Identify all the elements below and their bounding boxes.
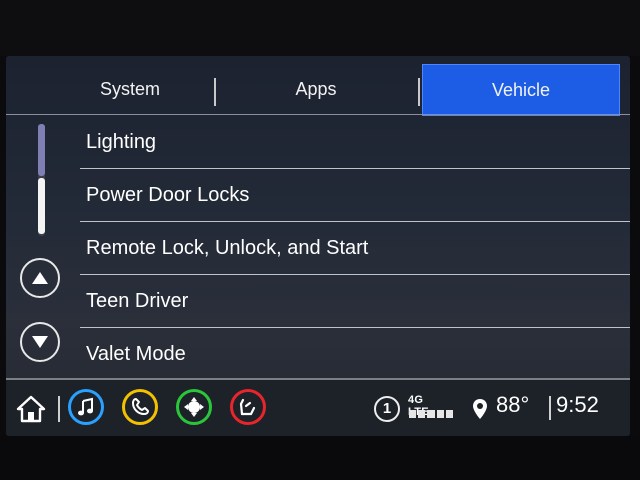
tab-apps[interactable]: Apps [216,64,416,114]
scroll-up-button[interactable] [20,258,60,298]
phone-button[interactable] [122,389,158,425]
seat-settings-button[interactable] [230,389,266,425]
status-bar: 1 4G LTE 88° 9:52 [6,378,630,436]
list-item-power-door-locks[interactable]: Power Door Locks [80,169,630,222]
signal-bar [418,410,426,418]
header-divider [6,114,630,115]
navigation-icon [184,397,204,417]
home-icon[interactable] [16,394,46,424]
home-separator [58,396,60,422]
signal-bar [436,410,444,418]
phone-icon [132,398,149,415]
list-item-label: Remote Lock, Unlock, and Start [86,236,369,259]
bezel-top [0,0,640,56]
tab-separator [418,78,420,106]
infotainment-screen: System Apps Vehicle Lighting Power Door … [6,56,630,436]
location-pin-icon [473,399,487,419]
list-item-teen-driver[interactable]: Teen Driver [80,275,630,328]
list-item-remote-lock-unlock-start[interactable]: Remote Lock, Unlock, and Start [80,222,630,275]
bezel-bottom [0,436,640,480]
signal-strength-icon [409,410,454,418]
music-icon [78,397,93,416]
list-item-label: Valet Mode [86,342,186,365]
notification-badge[interactable]: 1 [374,396,400,422]
signal-bar [409,410,417,418]
list-item-label: Teen Driver [86,289,189,312]
music-button[interactable] [68,389,104,425]
list-item-lighting[interactable]: Lighting [80,116,630,169]
scroll-down-button[interactable] [20,322,60,362]
triangle-down-icon [32,336,48,348]
signal-bar [427,410,435,418]
seat-icon [239,398,256,416]
list-item-label: Power Door Locks [86,183,250,206]
navigation-button[interactable] [176,389,212,425]
list-item-label: Lighting [86,130,157,153]
outside-temperature: 88° [496,392,530,417]
signal-bar [445,410,454,418]
tab-vehicle[interactable]: Vehicle [422,64,620,116]
clock: 9:52 [556,392,599,417]
triangle-up-icon [32,272,48,284]
scrollbar-upper-segment [38,124,45,176]
vehicle-settings-list: Lighting Power Door Locks Remote Lock, U… [80,116,630,380]
tab-bar: System Apps Vehicle [6,62,630,116]
time-separator [549,396,551,420]
list-item-valet-mode[interactable]: Valet Mode [80,328,630,380]
tab-system[interactable]: System [46,64,214,114]
scrollbar-thumb[interactable] [38,178,45,234]
